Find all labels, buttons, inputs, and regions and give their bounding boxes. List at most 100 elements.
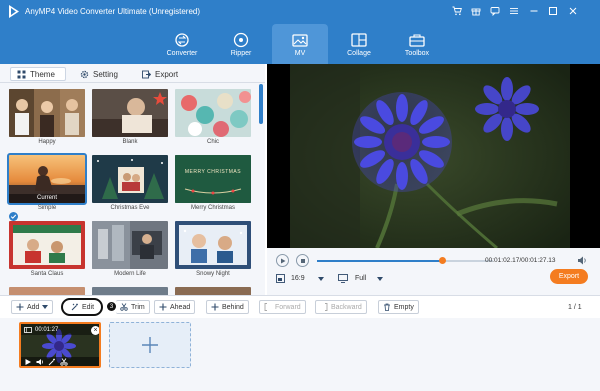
theme-santa-claus[interactable]: Santa Claus — [9, 221, 85, 283]
clip-actions — [24, 358, 98, 366]
toolbox-icon — [409, 33, 425, 47]
tab-collage[interactable]: Collage — [331, 24, 387, 64]
tab-label: MV — [294, 49, 306, 57]
tab-label: Converter — [166, 49, 198, 57]
plus-icon — [16, 303, 24, 311]
clip-duration: 00:01:27 — [35, 327, 59, 333]
add-clip-slot[interactable] — [109, 322, 191, 368]
trim-button[interactable]: Trim — [116, 300, 150, 314]
export-icon — [142, 70, 151, 78]
tab-mv[interactable]: MV — [272, 24, 328, 64]
backward-button[interactable]: Backward — [315, 300, 367, 314]
theme-thumbnail — [9, 287, 85, 295]
tab-label: Toolbox — [404, 49, 430, 57]
subtab-export[interactable]: Export — [136, 67, 184, 81]
preview-image — [267, 64, 600, 248]
theme-happy[interactable]: Happy — [9, 89, 85, 151]
theme-scrollbar[interactable] — [259, 84, 263, 124]
stop-button[interactable] — [296, 254, 309, 267]
chevron-down-icon — [42, 305, 49, 309]
add-label: Add — [27, 303, 40, 311]
theme-thumbnail — [9, 89, 85, 137]
behind-label: Behind — [222, 303, 244, 311]
step-callout: 3 — [107, 302, 116, 311]
theme-thumbnail — [175, 221, 251, 269]
theme-simple[interactable]: Current Simple — [7, 153, 87, 217]
aspect-ratio-icon — [276, 274, 285, 283]
theme-grid: Happy Blank Chic Current Simple Christma… — [0, 84, 258, 295]
ahead-label: Ahead — [170, 303, 191, 311]
chat-icon[interactable] — [488, 4, 502, 18]
monitor-icon — [338, 274, 348, 283]
thumbnail-text: MERRY CHRISTMAS — [184, 169, 242, 175]
theme-row4-b[interactable] — [92, 287, 168, 295]
theme-blank[interactable]: Blank — [92, 89, 168, 151]
display-mode-value[interactable]: Full — [355, 275, 366, 282]
tab-converter[interactable]: Converter — [154, 24, 210, 64]
minimize-icon[interactable] — [527, 4, 541, 18]
player-controls: 00:01:02.17/00:01:27.13 16:9 Full Export — [267, 248, 600, 295]
theme-thumbnail — [92, 287, 168, 295]
forward-label: Forward — [275, 303, 301, 311]
theme-merry-christmas[interactable]: MERRY CHRISTMAS Merry Christmas — [175, 155, 251, 217]
progress-handle[interactable] — [438, 257, 446, 264]
theme-label: Happy — [38, 139, 56, 145]
theme-label: Merry Christmas — [190, 205, 235, 211]
magic-wand-icon[interactable] — [48, 358, 56, 366]
play-icon — [280, 258, 285, 263]
plus-icon — [211, 303, 219, 311]
play-icon[interactable] — [24, 358, 32, 366]
edit-toolbar: Add Edit 3 Trim Ahead Behind Forward Bac… — [0, 296, 600, 318]
remove-clip-button[interactable]: × — [91, 326, 99, 335]
ahead-button[interactable]: Ahead — [154, 300, 196, 314]
tab-toolbox[interactable]: Toolbox — [389, 24, 445, 64]
backward-label: Backward — [331, 303, 362, 311]
trash-icon — [384, 303, 390, 311]
aspect-ratio-value[interactable]: 16:9 — [291, 275, 305, 282]
plus-icon — [142, 337, 158, 353]
subtab-setting[interactable]: Setting — [74, 67, 124, 81]
chevron-down-icon[interactable] — [377, 277, 383, 281]
volume-icon[interactable] — [577, 256, 587, 265]
behind-button[interactable]: Behind — [206, 300, 249, 314]
theme-christmas-eve[interactable]: Christmas Eve — [92, 155, 168, 217]
export-button[interactable]: Export — [550, 269, 588, 284]
theme-modern-life[interactable]: Modern Life — [92, 221, 168, 283]
gift-icon[interactable] — [469, 4, 483, 18]
timeline-clip[interactable]: 00:01:27 × — [19, 322, 101, 368]
progress-bar[interactable] — [317, 257, 493, 264]
empty-button[interactable]: Empty — [378, 300, 419, 314]
add-button[interactable]: Add — [11, 300, 54, 314]
theme-thumbnail: MERRY CHRISTMAS — [175, 155, 251, 203]
check-icon — [9, 212, 18, 221]
tab-ripper[interactable]: Ripper — [213, 24, 269, 64]
volume-icon[interactable] — [36, 358, 44, 366]
theme-thumbnail — [92, 221, 168, 269]
tab-label: Collage — [347, 49, 371, 57]
forward-button[interactable]: Forward — [259, 300, 306, 314]
play-button[interactable] — [276, 254, 289, 267]
time-display: 00:01:02.17/00:01:27.13 — [485, 257, 556, 264]
theme-thumbnail — [175, 89, 251, 137]
theme-row4-a[interactable] — [9, 287, 85, 295]
app-title: AnyMP4 Video Converter Ultimate (Unregis… — [25, 7, 201, 16]
collage-icon — [351, 32, 367, 47]
disc-icon — [233, 32, 249, 47]
maximize-icon[interactable] — [546, 4, 560, 18]
mv-icon — [292, 33, 308, 47]
close-icon[interactable] — [566, 4, 580, 18]
theme-row4-c[interactable] — [175, 287, 251, 295]
subtab-theme[interactable]: Theme — [10, 67, 66, 81]
menu-icon[interactable] — [507, 4, 521, 18]
bracket-right-icon — [325, 303, 328, 311]
app-logo-icon — [9, 5, 19, 18]
theme-chic[interactable]: Chic — [175, 89, 251, 151]
theme-snowy-night[interactable]: Snowy Night — [175, 221, 251, 283]
plus-icon — [159, 303, 167, 311]
scissors-icon[interactable] — [60, 358, 68, 366]
theme-thumbnail — [92, 89, 168, 137]
chevron-down-icon[interactable] — [318, 277, 324, 281]
video-preview — [267, 64, 600, 248]
cart-icon[interactable] — [450, 4, 464, 18]
main-nav: Converter Ripper MV Collage Toolbox — [0, 24, 600, 64]
